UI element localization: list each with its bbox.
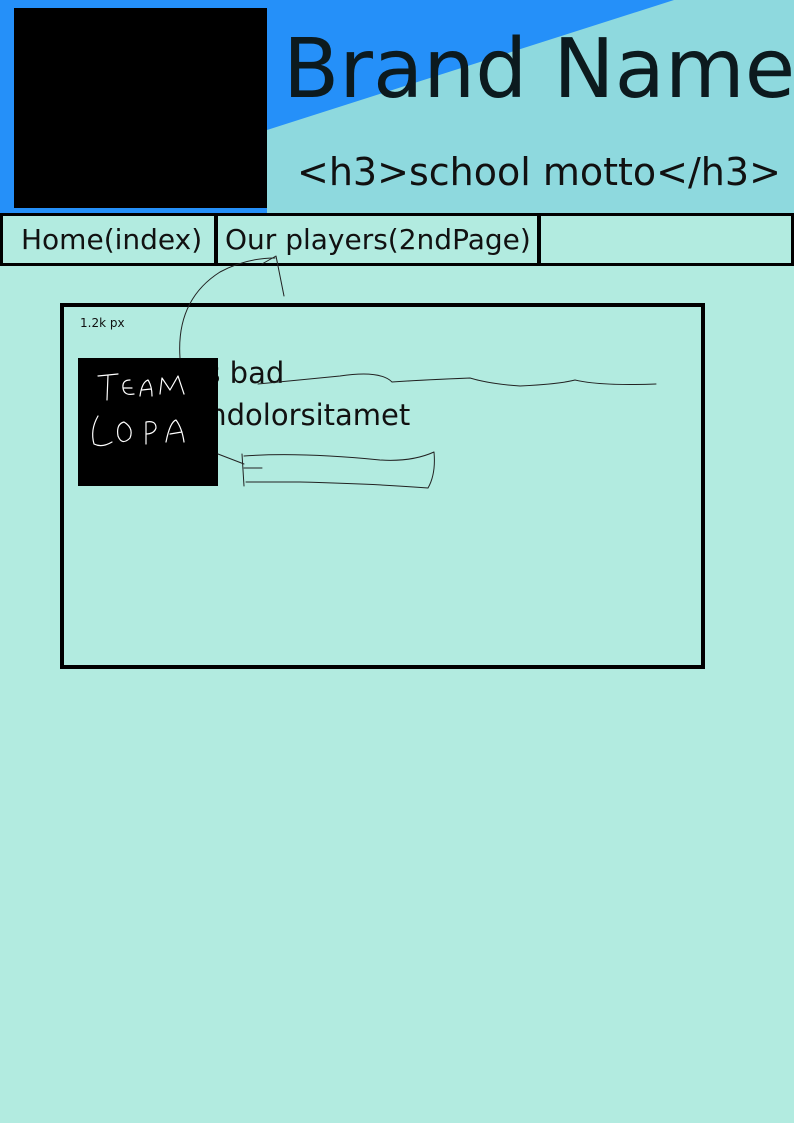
site-header: Brand Name <h3>school motto</h3> [0,0,794,213]
nav-item-home[interactable]: Home(index) [3,216,218,263]
nav-item-our-players[interactable]: Our players(2ndPage) [218,216,541,263]
nav-item-empty [541,216,791,263]
team-image [78,358,218,486]
content-box: 1.2k px l is bad umdolorsitamet [60,303,705,669]
brand-name[interactable]: Brand Name [283,20,794,120]
school-motto: <h3>school motto</h3> [297,150,781,194]
logo-placeholder[interactable] [14,8,267,208]
nav-bar: Home(index) Our players(2ndPage) [0,213,794,266]
dimension-note: 1.2k px [80,316,125,330]
team-handwriting-icon [92,373,185,447]
